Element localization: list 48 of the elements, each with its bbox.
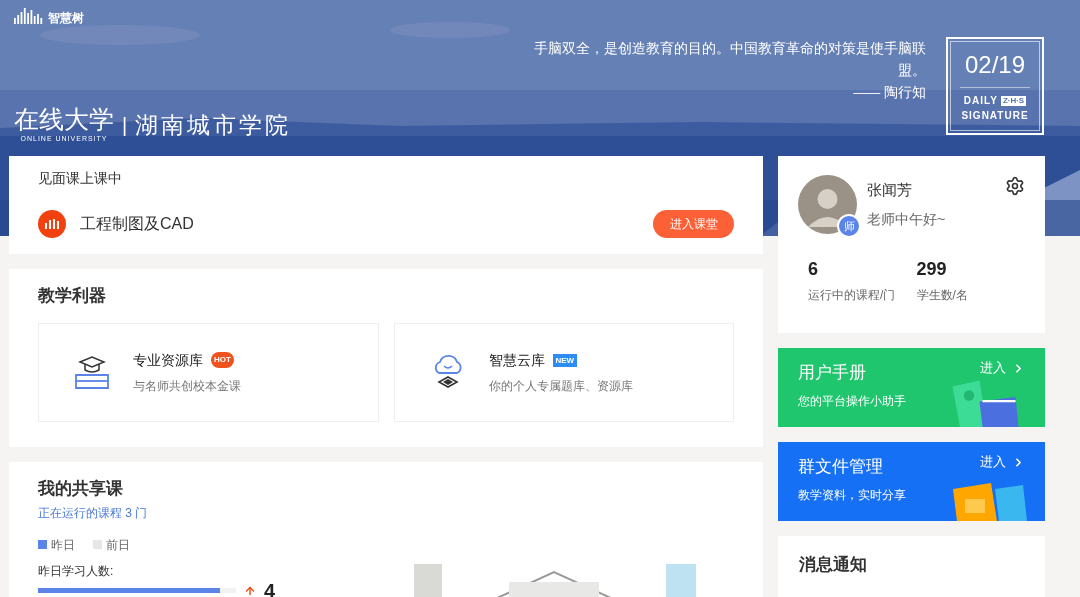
separator: | xyxy=(122,113,128,139)
logo-text: 智慧树 xyxy=(48,12,84,24)
hot-badge: HOT xyxy=(211,352,234,368)
tool-card[interactable]: 智慧云库 NEW 你的个人专属题库、资源库 xyxy=(393,322,734,422)
user-name: 张闻芳 xyxy=(867,179,913,200)
stat-number: 6 xyxy=(808,260,819,278)
promo-card[interactable]: 群文件管理 进入 教学资料，实时分享 xyxy=(778,442,1045,521)
settings-icon[interactable] xyxy=(1005,176,1025,196)
tool-name: 专业资源库 xyxy=(133,350,203,370)
enter-class-button[interactable]: 进入课堂 xyxy=(653,210,734,238)
signature-badge: Z·H·S xyxy=(1000,95,1027,106)
date-text: 02/19 xyxy=(964,50,1026,80)
course-name: 工程制图及CAD xyxy=(80,214,194,234)
greeting: 老师中午好~ xyxy=(867,210,946,230)
legend-label: 昨日 xyxy=(51,536,75,554)
stat-caption: 运行中的课程/门 xyxy=(808,287,897,304)
stat-label: 昨日学习人数: xyxy=(38,562,115,580)
card-title: 见面课上课中 xyxy=(38,170,122,186)
new-badge: NEW xyxy=(552,353,578,367)
stat-caption: 学生数/名 xyxy=(916,287,969,304)
promo-description: 您的平台操作小助手 xyxy=(798,392,907,410)
promo-title: 群文件管理 xyxy=(798,456,883,478)
brand-title: 在线大学 xyxy=(14,106,114,132)
section-title: 我的共享课 xyxy=(38,478,124,500)
up-arrow-icon xyxy=(244,584,256,597)
quote-author: —— 陶行知 xyxy=(853,84,926,102)
signature-text: DAILY xyxy=(963,94,998,108)
graduation-cap-icon xyxy=(73,353,111,391)
quote-text: 手脑双全，是创造教育的目的。中国教育革命的对策是使手脑联盟。 xyxy=(534,40,926,80)
teacher-badge: 师 xyxy=(837,214,861,238)
tool-description: 与名师共创校本金课 xyxy=(133,377,241,395)
promo-description: 教学资料，实时分享 xyxy=(798,486,907,504)
enter-link[interactable]: 进入 xyxy=(980,454,1025,470)
stat-value: 4 xyxy=(264,580,276,597)
tool-description: 你的个人专属题库、资源库 xyxy=(488,377,633,395)
logo-icon xyxy=(14,8,44,24)
running-courses-link[interactable]: 正在运行的课程 3 门 xyxy=(38,503,276,522)
signature-text: SIGNATURE xyxy=(961,109,1029,123)
school-name: 湖南城市学院 xyxy=(135,111,292,140)
tool-name: 智慧云库 xyxy=(488,350,545,370)
avatar xyxy=(798,175,857,234)
course-icon xyxy=(38,210,66,238)
section-title: 消息通知 xyxy=(799,555,867,574)
promo-title: 用户手册 xyxy=(798,362,866,384)
legend-label: 前日 xyxy=(106,536,130,554)
tool-card[interactable]: 专业资源库 HOT 与名师共创校本金课 xyxy=(38,322,379,422)
section-title: 教学利器 xyxy=(38,286,106,305)
stat-number: 299 xyxy=(916,260,948,278)
